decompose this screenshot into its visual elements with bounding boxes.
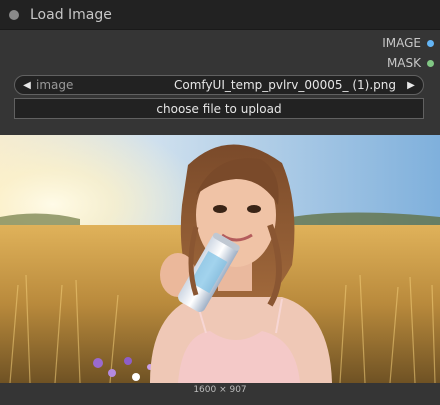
arrow-right-icon[interactable]: ▶ <box>404 80 418 91</box>
node-title: Load Image <box>30 6 112 23</box>
output-label-image: IMAGE <box>382 36 421 50</box>
output-slots: IMAGE MASK <box>382 33 434 73</box>
image-preview <box>0 135 440 383</box>
output-dot-icon[interactable] <box>427 59 434 67</box>
output-label-mask: MASK <box>386 56 421 70</box>
node-titlebar[interactable]: Load Image <box>0 0 440 30</box>
load-image-node: Load Image IMAGE MASK ◀ image ComfyUI_te… <box>0 0 440 405</box>
output-slot-image[interactable]: IMAGE <box>382 33 434 53</box>
upload-button[interactable]: choose file to upload <box>14 98 424 119</box>
output-slot-mask[interactable]: MASK <box>382 53 434 73</box>
collapse-dot-icon[interactable] <box>9 9 19 20</box>
image-combo-widget[interactable]: ◀ image ComfyUI_temp_pvlrv_00005_ (1).pn… <box>14 75 424 95</box>
combo-value: ComfyUI_temp_pvlrv_00005_ (1).png <box>174 78 396 92</box>
image-dimensions: 1600 × 907 <box>193 385 247 395</box>
preview-photo <box>0 135 440 383</box>
combo-label: image <box>36 78 74 92</box>
output-dot-icon[interactable] <box>427 39 434 47</box>
arrow-left-icon[interactable]: ◀ <box>20 80 34 91</box>
